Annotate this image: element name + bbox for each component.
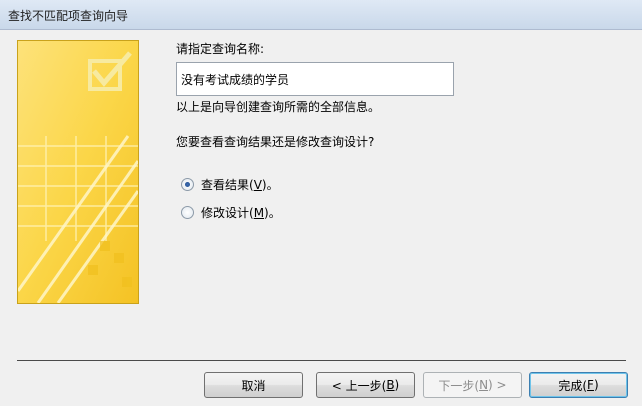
info-text: 以上是向导创建查询所需的全部信息。 — [176, 100, 381, 114]
view-results-radio[interactable]: 查看结果(V)。 — [181, 176, 279, 193]
query-name-input[interactable] — [176, 62, 454, 96]
radio-unchecked-indicator[interactable] — [181, 206, 194, 219]
query-name-label: 请指定查询名称: — [176, 42, 265, 56]
view-results-label: 查看结果(V)。 — [201, 178, 279, 192]
cancel-button[interactable]: 取消 — [204, 372, 303, 398]
footer-separator — [17, 360, 626, 361]
radio-checked-indicator[interactable] — [181, 178, 194, 191]
next-button[interactable]: 下一步(N) > — [423, 372, 522, 398]
back-button[interactable]: < 上一步(B) — [316, 372, 415, 398]
modify-design-radio[interactable]: 修改设计(M)。 — [181, 204, 281, 221]
window-title: 查找不匹配项查询向导 — [8, 9, 129, 23]
modify-design-label: 修改设计(M)。 — [201, 206, 281, 220]
question-text: 您要查看查询结果还是修改查询设计? — [176, 135, 375, 149]
wizard-illustration — [17, 40, 139, 304]
finish-button[interactable]: 完成(F) — [529, 372, 628, 398]
title-bar: 查找不匹配项查询向导 — [0, 0, 642, 30]
